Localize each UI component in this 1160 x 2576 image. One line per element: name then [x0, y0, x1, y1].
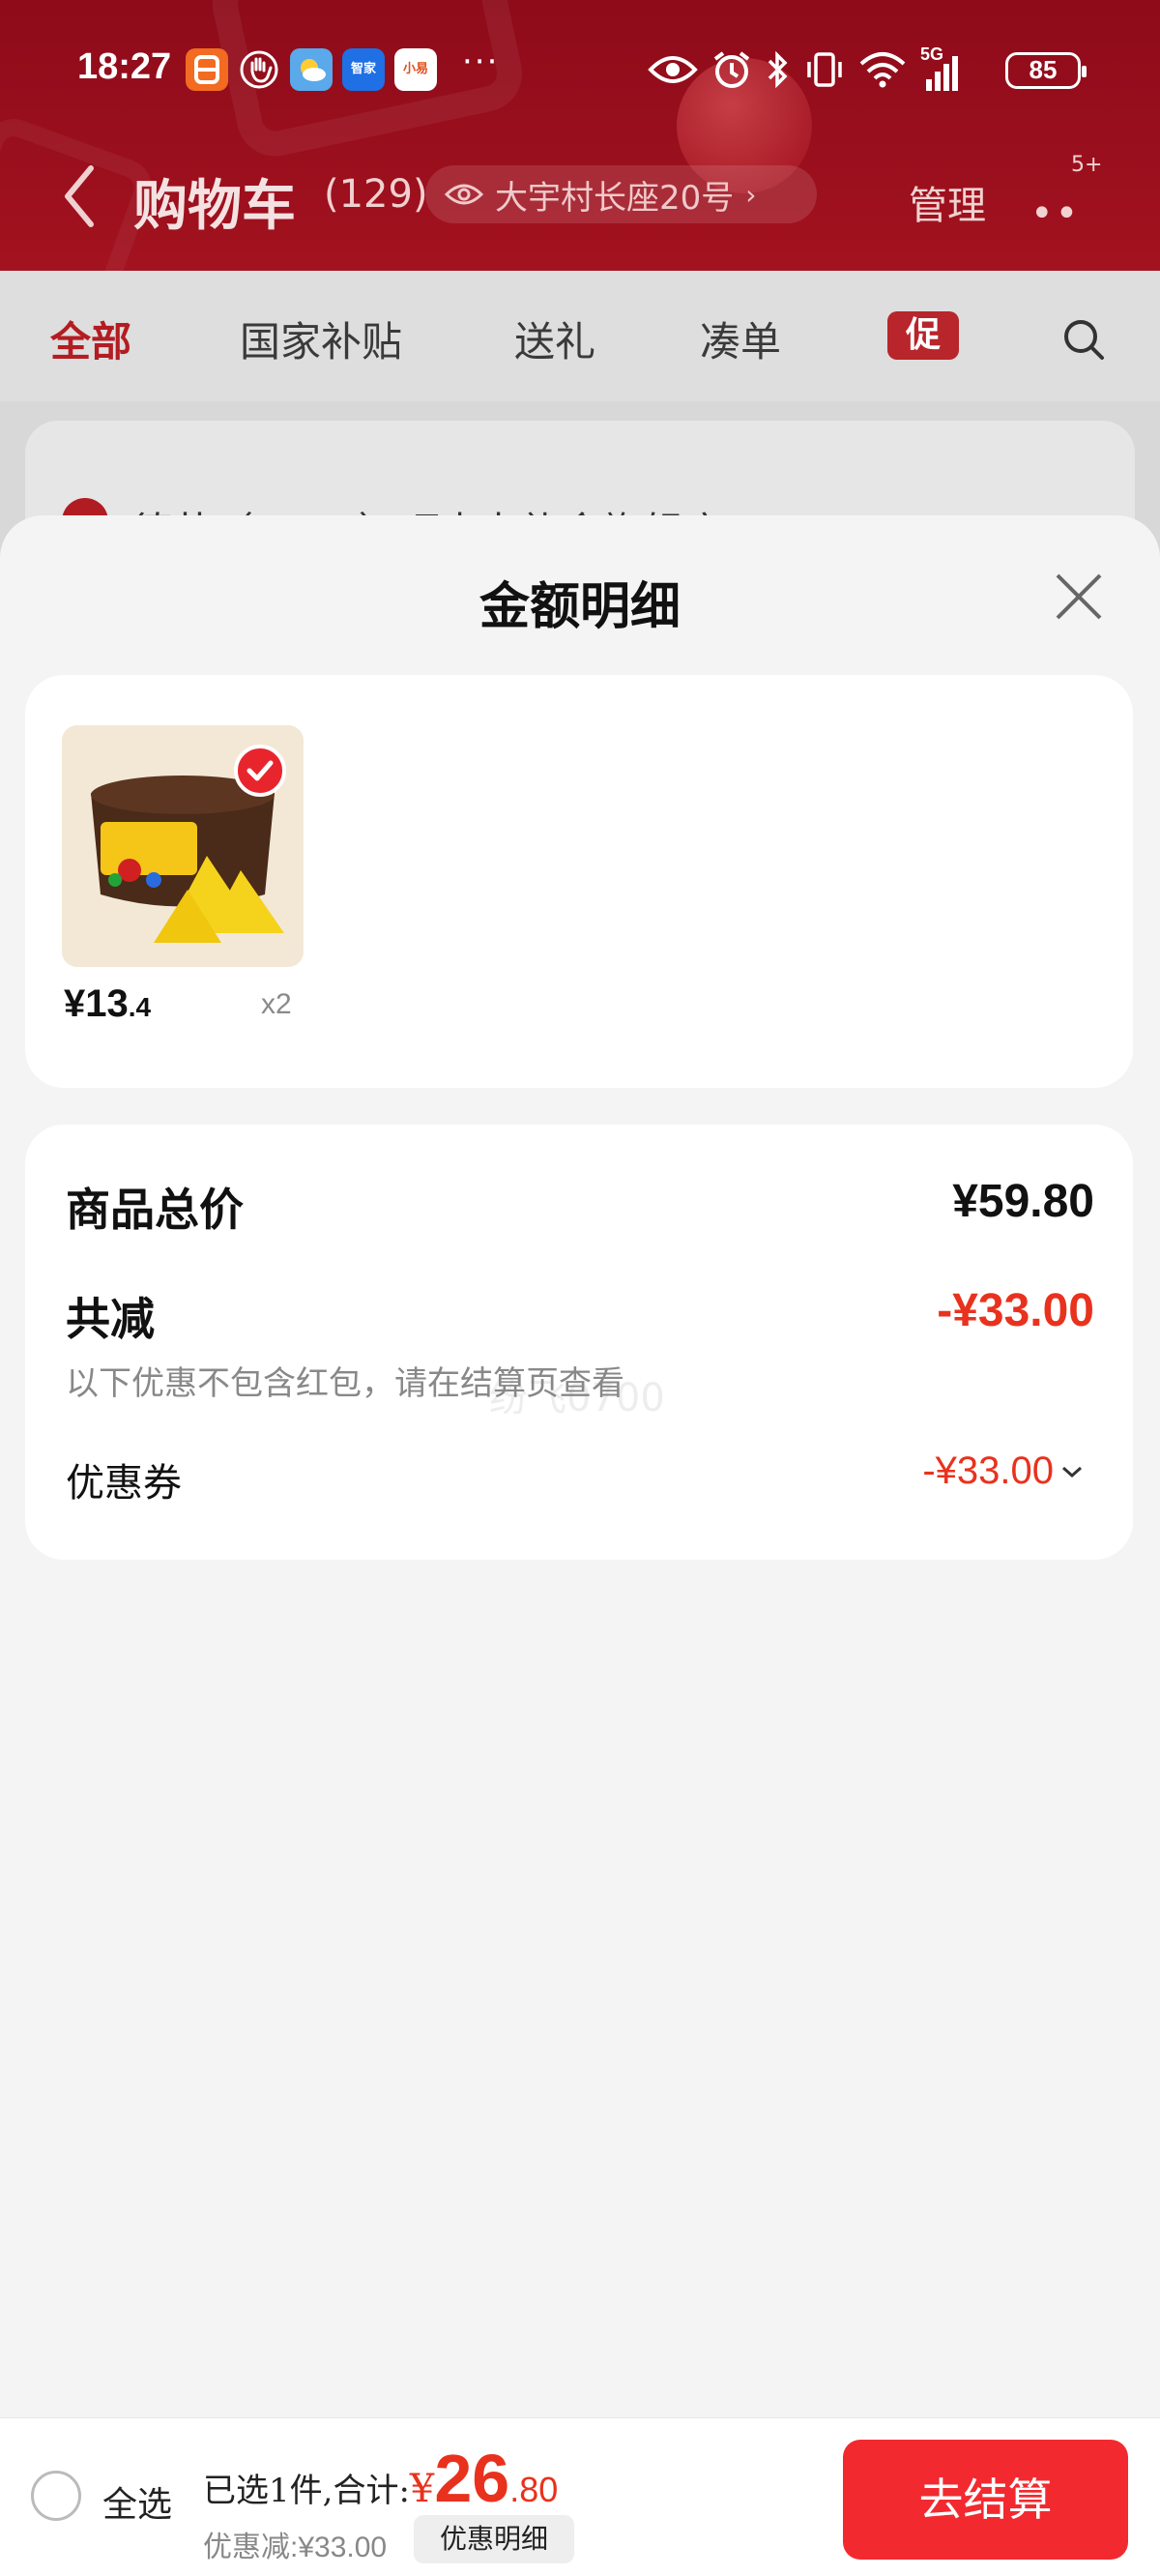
- more-options-icon[interactable]: ••: [1030, 191, 1080, 236]
- price-summary-card: 商品总价 ¥59.80 纷飞0700 共减 -¥33.00 以下优惠不包含红包，…: [25, 1125, 1133, 1560]
- address-selector[interactable]: 大宇村长座20号 ›: [425, 165, 817, 223]
- network-type: 5G: [920, 44, 944, 64]
- checkout-button[interactable]: 去结算: [843, 2440, 1128, 2560]
- product-quantity: x2: [261, 988, 292, 1020]
- product-card: ¥13.4 x2: [25, 675, 1133, 1088]
- address-text: 大宇村长座20号: [495, 178, 735, 218]
- xiaomi-app-icon: 小易: [394, 48, 437, 91]
- app-icon-1: [186, 48, 228, 91]
- vibrate-icon: [807, 52, 842, 87]
- coupon-label: 优惠券: [66, 1461, 182, 1506]
- haier-app-icon: 智家: [342, 48, 385, 91]
- selected-total: 已选1件,合计:¥26.80: [203, 2441, 559, 2516]
- tab-promotion[interactable]: 促: [887, 311, 959, 360]
- wifi-icon: [859, 52, 906, 88]
- tab-national-subsidy[interactable]: 国家补贴: [240, 309, 402, 368]
- eye-icon: [648, 56, 698, 83]
- weather-app-icon: [290, 48, 333, 91]
- total-price-value: ¥59.80: [952, 1176, 1094, 1227]
- status-time: 18:27: [77, 46, 172, 87]
- cart-count: (129): [324, 172, 428, 217]
- tab-gift[interactable]: 送礼: [514, 309, 595, 368]
- total-price-label: 商品总价: [66, 1184, 244, 1236]
- battery-indicator: 85: [1005, 52, 1087, 89]
- cart-nav-bar: 购物车 (129) 大宇村长座20号 › 管理 •• 5+: [0, 145, 1160, 251]
- chevron-down-icon: [1062, 1466, 1082, 1478]
- search-icon[interactable]: [1061, 317, 1106, 362]
- product-image[interactable]: [62, 725, 304, 967]
- chevron-right-icon: ›: [745, 178, 757, 211]
- bluetooth-icon: [768, 50, 788, 89]
- signal-icon: 5G: [920, 44, 958, 91]
- coupon-value: -¥33.00: [922, 1449, 1054, 1492]
- discount-summary: 优惠减:¥33.00: [203, 2532, 388, 2563]
- eye-icon: [445, 184, 483, 205]
- tab-all[interactable]: 全部: [50, 309, 131, 368]
- cart-title: 购物车: [133, 174, 296, 238]
- cart-tabs: 全部 国家补贴 送礼 凑单 促: [0, 271, 1160, 401]
- select-all-label[interactable]: 全选: [102, 2476, 172, 2527]
- hand-app-icon: [238, 48, 280, 91]
- message-badge: 5+: [1071, 153, 1103, 177]
- discount-note: 以下优惠不包含红包，请在结算页查看: [66, 1364, 624, 1403]
- checkout-bar: 全选 已选1件,合计:¥26.80 优惠减:¥33.00 优惠明细 去结算: [0, 2417, 1160, 2576]
- discount-label: 共减: [66, 1293, 155, 1345]
- sheet-title: 金额明细: [478, 577, 681, 636]
- more-notifications-icon: ···: [462, 43, 500, 81]
- cart-header-background: 18:27 智家 小易 ··· 5G 85 购物车 (129) 大宇村长座20号…: [0, 0, 1160, 271]
- product-price: ¥13.4: [64, 982, 152, 1025]
- product-checkbox[interactable]: [234, 745, 286, 797]
- status-bar: 18:27 智家 小易 ··· 5G 85: [0, 0, 1160, 140]
- manage-button[interactable]: 管理: [909, 174, 986, 230]
- amount-detail-sheet: 金额明细 ¥13.4 x2 商品总价 ¥59.80 纷飞0700 共减 -¥33…: [0, 515, 1160, 2576]
- alarm-icon: [713, 51, 750, 88]
- discount-value: -¥33.00: [937, 1285, 1094, 1336]
- discount-detail-button[interactable]: 优惠明细: [414, 2515, 574, 2563]
- coupon-value-toggle[interactable]: -¥33.00: [922, 1449, 1085, 1493]
- back-arrow-icon[interactable]: [60, 162, 99, 230]
- tab-bundle[interactable]: 凑单: [700, 309, 781, 368]
- close-icon[interactable]: [1052, 570, 1106, 624]
- select-all-checkbox[interactable]: [31, 2471, 81, 2521]
